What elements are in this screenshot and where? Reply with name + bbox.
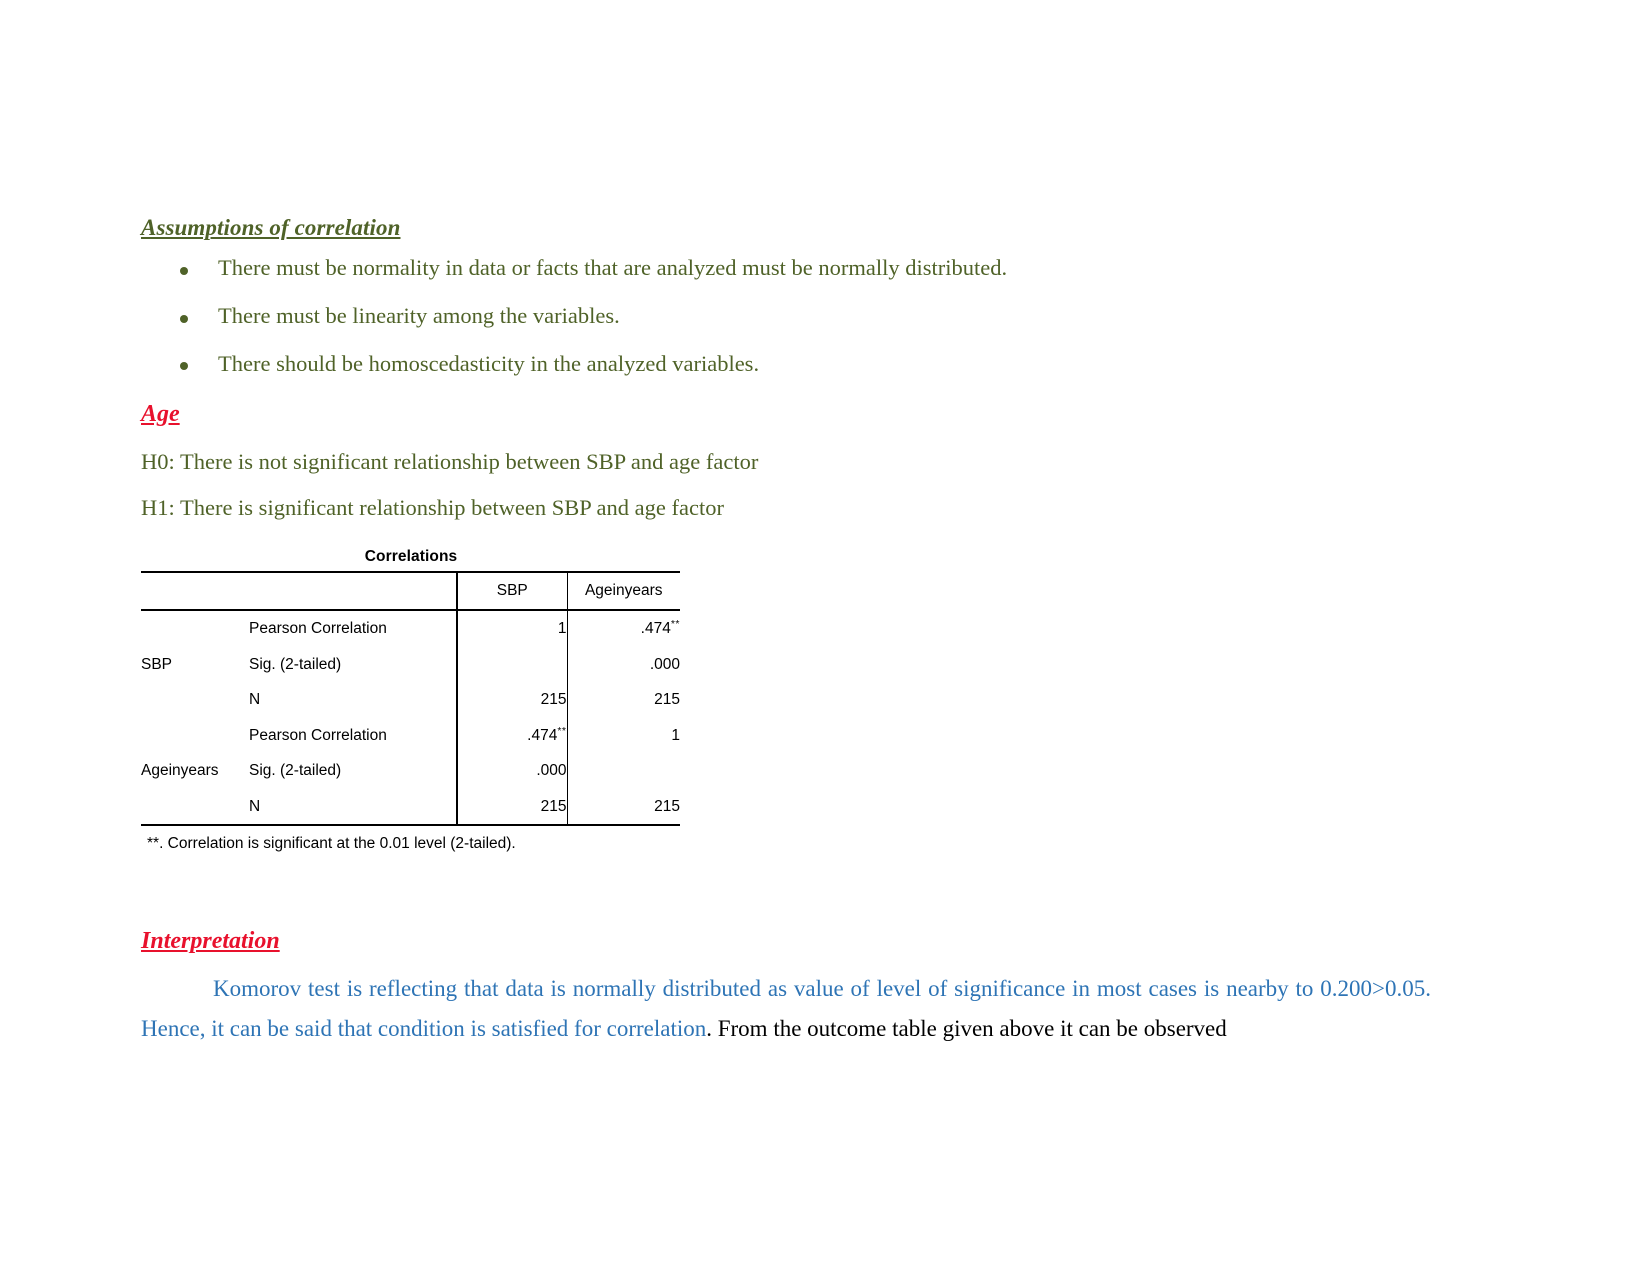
cell-sbp-n: 215 [457, 682, 568, 718]
list-item: There must be normality in data or facts… [141, 255, 1431, 281]
heading-age: Age [141, 400, 180, 427]
column-header-blank [141, 572, 458, 611]
cell-age-sig: .000 [567, 647, 680, 683]
list-item: There must be linearity among the variab… [141, 303, 1431, 329]
heading-interpretation-label: Interpretation [141, 928, 280, 954]
cell-sbp-sig: .000 [457, 753, 568, 789]
hypothesis-null: H0: There is not significant relationshi… [141, 448, 759, 474]
hypothesis-alternative: H1: There is significant relationship be… [141, 494, 724, 520]
cell-value: 215 [540, 797, 567, 815]
heading-interpretation: Interpretation [141, 928, 1431, 955]
cell-value: .474 [527, 726, 558, 744]
table-header-row: SBP Ageinyears [141, 572, 680, 611]
bullet-dot-icon [180, 314, 188, 323]
interpretation-block: Interpretation Komorov test is reflectin… [141, 928, 1431, 1048]
stat-label: Sig. (2-tailed) [249, 646, 458, 682]
cell-age-pearson: 1 [567, 718, 680, 754]
cell-value: 215 [654, 691, 680, 708]
cell-sbp-pearson: .474** [457, 717, 568, 753]
heading-assumptions-of-correlation: Assumptions of correlation [141, 215, 401, 240]
correlations-table: SBP Ageinyears SBP Pearson Correlation 1… [141, 571, 680, 826]
stat-label: Pearson Correlation [249, 610, 458, 647]
cell-sbp-n: 215 [457, 788, 568, 825]
bullet-dot-icon [180, 362, 188, 371]
list-item-label: There must be normality in data or facts… [218, 255, 1008, 280]
cell-age-n: 215 [567, 789, 680, 826]
cell-age-n: 215 [567, 682, 680, 718]
assumptions-bullet-list: There must be normality in data or facts… [141, 255, 1431, 377]
bullet-dot-icon [180, 266, 188, 275]
table-footnote: **. Correlation is significant at the 0.… [147, 835, 516, 852]
stat-label: N [249, 682, 458, 718]
significance-marker: ** [670, 617, 680, 630]
interpretation-text-black: . From the outcome table given above it … [706, 1015, 1227, 1041]
document-page: Assumptions of correlation There must be… [0, 0, 1651, 1275]
cell-sbp-pearson: 1 [457, 610, 568, 647]
cell-value: .000 [649, 655, 680, 673]
spss-output-block: Correlations SBP Ageinyears SBP Pearson … [141, 548, 681, 853]
column-header-sbp: SBP [457, 572, 568, 611]
column-header-ageinyears: Ageinyears [567, 572, 680, 611]
stat-label: N [249, 788, 458, 825]
cell-age-pearson: .474** [567, 610, 680, 647]
document-body: Assumptions of correlation There must be… [141, 215, 1431, 540]
cell-value: 215 [654, 797, 680, 815]
cell-value: 1 [557, 620, 567, 637]
significance-marker: ** [557, 724, 567, 737]
cell-age-sig [567, 753, 680, 789]
table-title: Correlations [364, 548, 458, 565]
table-row: SBP Pearson Correlation 1 .474** [141, 610, 680, 673]
cell-value: 1 [671, 726, 680, 744]
stat-label: Pearson Correlation [249, 717, 458, 753]
cell-value: .000 [536, 762, 567, 779]
row-stub-sbp: SBP [141, 655, 173, 673]
stat-label: Sig. (2-tailed) [249, 753, 458, 789]
list-item: There should be homoscedasticity in the … [141, 351, 1431, 377]
cell-value: 215 [540, 691, 567, 708]
table-row: Ageinyears Pearson Correlation .474** 1 [141, 717, 680, 779]
cell-sbp-sig [457, 646, 568, 682]
cell-value: .474 [640, 620, 671, 637]
interpretation-paragraph: Komorov test is reflecting that data is … [141, 969, 1431, 1048]
list-item-label: There should be homoscedasticity in the … [218, 350, 760, 376]
row-stub-ageinyears: Ageinyears [141, 762, 219, 779]
list-item-label: There must be linearity among the variab… [218, 302, 620, 328]
